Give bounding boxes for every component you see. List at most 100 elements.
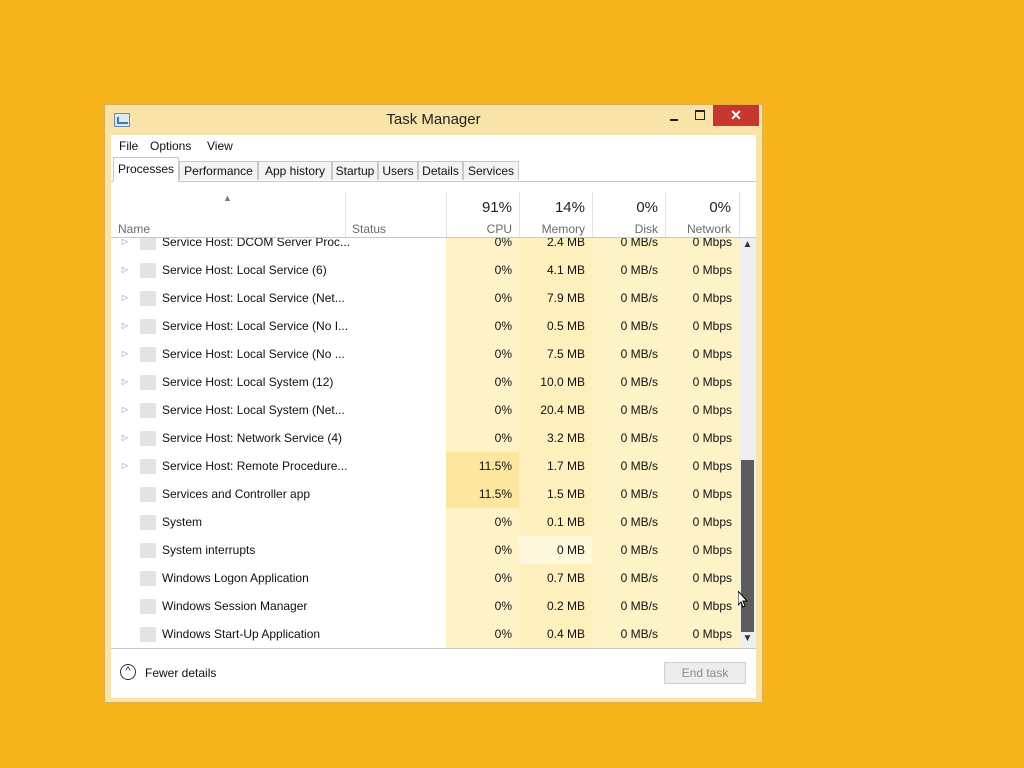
table-row[interactable]: ▷ Service Host: Network Service (4) 0% 3.2 … bbox=[111, 424, 739, 452]
scroll-down-icon[interactable]: ▼ bbox=[739, 633, 756, 644]
process-icon bbox=[140, 571, 156, 586]
vertical-scrollbar[interactable]: ▲ ▼ bbox=[739, 238, 756, 648]
expand-chevron-icon[interactable]: ▷ bbox=[120, 452, 130, 480]
cpu-value: 0% bbox=[446, 592, 519, 620]
cpu-total[interactable]: 91% bbox=[442, 199, 512, 216]
column-network[interactable]: Network bbox=[661, 222, 731, 236]
disk-value: 0 MB/s bbox=[592, 508, 665, 536]
network-value: 0 Mbps bbox=[665, 238, 739, 256]
tab-details[interactable]: Details bbox=[418, 161, 463, 180]
disk-value: 0 MB/s bbox=[592, 536, 665, 564]
footer: ^ Fewer details End task bbox=[111, 648, 756, 698]
process-name: Windows Session Manager bbox=[162, 599, 308, 613]
table-row[interactable]: ▷ Service Host: DCOM Server Proc... 0% 2.4 … bbox=[111, 238, 739, 256]
table-row[interactable]: ▷ Service Host: Local Service (Net... 0% 7.… bbox=[111, 284, 739, 312]
tab-startup[interactable]: Startup bbox=[332, 161, 378, 180]
menu-view[interactable]: View bbox=[207, 139, 233, 153]
cpu-value: 0% bbox=[446, 340, 519, 368]
expand-chevron-icon[interactable]: ▷ bbox=[120, 238, 130, 256]
process-icon bbox=[140, 599, 156, 614]
expand-chevron-icon[interactable]: ▷ bbox=[120, 396, 130, 424]
menu-bar: File Options View bbox=[111, 135, 756, 157]
tab-services[interactable]: Services bbox=[463, 161, 519, 180]
column-name[interactable]: Name bbox=[118, 222, 150, 236]
disk-value: 0 MB/s bbox=[592, 256, 665, 284]
expand-chevron-icon[interactable]: ▷ bbox=[120, 284, 130, 312]
column-cpu[interactable]: CPU bbox=[442, 222, 512, 236]
memory-value: 3.2 MB bbox=[519, 424, 592, 452]
tab-processes[interactable]: Processes bbox=[113, 157, 179, 182]
network-total[interactable]: 0% bbox=[661, 199, 731, 216]
table-row[interactable]: ▷ Service Host: Local Service (6) 0% 4.1 MB… bbox=[111, 256, 739, 284]
process-icon bbox=[140, 627, 156, 642]
table-row[interactable]: ▷ Service Host: Local Service (No I... 0% 0… bbox=[111, 312, 739, 340]
table-row[interactable]: Services and Controller app 11.5% 1.5 MB 0 … bbox=[111, 480, 739, 508]
title-bar[interactable]: Task Manager ✕ bbox=[105, 105, 762, 135]
scroll-up-icon[interactable]: ▲ bbox=[739, 239, 756, 250]
disk-total[interactable]: 0% bbox=[588, 199, 658, 216]
tab-performance[interactable]: Performance bbox=[179, 161, 258, 180]
network-value: 0 Mbps bbox=[665, 256, 739, 284]
table-row[interactable]: ▷ Service Host: Local System (12) 0% 10.0 M… bbox=[111, 368, 739, 396]
expand-chevron-icon[interactable]: ▷ bbox=[120, 368, 130, 396]
cpu-value: 0% bbox=[446, 312, 519, 340]
column-disk[interactable]: Disk bbox=[588, 222, 658, 236]
network-value: 0 Mbps bbox=[665, 452, 739, 480]
expand-chevron-icon[interactable]: ▷ bbox=[120, 340, 130, 368]
expand-chevron-icon[interactable]: ▷ bbox=[120, 256, 130, 284]
tab-users[interactable]: Users bbox=[378, 161, 418, 180]
table-row[interactable]: ▷ Service Host: Local Service (No ... 0% 7.… bbox=[111, 340, 739, 368]
table-row[interactable]: System interrupts 0% 0 MB 0 MB/s 0 Mbps bbox=[111, 536, 739, 564]
network-value: 0 Mbps bbox=[665, 368, 739, 396]
network-value: 0 Mbps bbox=[665, 284, 739, 312]
disk-value: 0 MB/s bbox=[592, 238, 665, 256]
process-icon bbox=[140, 543, 156, 558]
network-value: 0 Mbps bbox=[665, 564, 739, 592]
network-value: 0 Mbps bbox=[665, 508, 739, 536]
process-name: Service Host: DCOM Server Proc... bbox=[162, 238, 351, 249]
column-memory[interactable]: Memory bbox=[515, 222, 585, 236]
disk-value: 0 MB/s bbox=[592, 312, 665, 340]
mouse-cursor-icon bbox=[738, 591, 748, 608]
table-row[interactable]: ▷ Service Host: Remote Procedure... 11.5% 1… bbox=[111, 452, 739, 480]
table-row[interactable]: System 0% 0.1 MB 0 MB/s 0 Mbps bbox=[111, 508, 739, 536]
process-name: Service Host: Local Service (No I... bbox=[162, 319, 349, 333]
memory-value: 2.4 MB bbox=[519, 238, 592, 256]
tab-app-history[interactable]: App history bbox=[258, 161, 332, 180]
table-row[interactable]: ▷ Service Host: Local System (Net... 0% 20.… bbox=[111, 396, 739, 424]
process-name: System bbox=[162, 515, 203, 529]
cpu-value: 0% bbox=[446, 368, 519, 396]
client-area: File Options View Processes Performance … bbox=[111, 135, 756, 698]
memory-value: 0.2 MB bbox=[519, 592, 592, 620]
disk-value: 0 MB/s bbox=[592, 480, 665, 508]
process-icon bbox=[140, 487, 156, 502]
disk-value: 0 MB/s bbox=[592, 424, 665, 452]
chevron-up-icon[interactable]: ^ bbox=[120, 664, 136, 680]
menu-options[interactable]: Options bbox=[150, 139, 191, 153]
cpu-value: 0% bbox=[446, 238, 519, 256]
maximize-button[interactable] bbox=[687, 105, 713, 126]
cpu-value: 0% bbox=[446, 424, 519, 452]
minimize-button[interactable] bbox=[661, 105, 687, 126]
table-row[interactable]: Windows Start-Up Application 0% 0.4 MB 0 MB… bbox=[111, 620, 739, 648]
memory-total[interactable]: 14% bbox=[515, 199, 585, 216]
column-header: ▲ Name Status 91% CPU 14% Memory 0% Disk… bbox=[111, 182, 756, 238]
menu-file[interactable]: File bbox=[119, 139, 138, 153]
disk-value: 0 MB/s bbox=[592, 284, 665, 312]
disk-value: 0 MB/s bbox=[592, 396, 665, 424]
network-value: 0 Mbps bbox=[665, 620, 739, 648]
cpu-value: 0% bbox=[446, 284, 519, 312]
table-row[interactable]: Windows Logon Application 0% 0.7 MB 0 MB/s 0… bbox=[111, 564, 739, 592]
process-icon bbox=[140, 515, 156, 530]
expand-chevron-icon[interactable]: ▷ bbox=[120, 424, 130, 452]
table-row[interactable]: Windows Session Manager 0% 0.2 MB 0 MB/s 0 M… bbox=[111, 592, 739, 620]
process-name: Service Host: Local Service (No ... bbox=[162, 347, 345, 361]
memory-value: 4.1 MB bbox=[519, 256, 592, 284]
expand-chevron-icon[interactable]: ▷ bbox=[120, 312, 130, 340]
disk-value: 0 MB/s bbox=[592, 620, 665, 648]
close-button[interactable]: ✕ bbox=[713, 105, 759, 126]
column-status[interactable]: Status bbox=[352, 222, 386, 236]
network-value: 0 Mbps bbox=[665, 536, 739, 564]
fewer-details-link[interactable]: Fewer details bbox=[145, 666, 216, 680]
end-task-button[interactable]: End task bbox=[664, 662, 746, 684]
